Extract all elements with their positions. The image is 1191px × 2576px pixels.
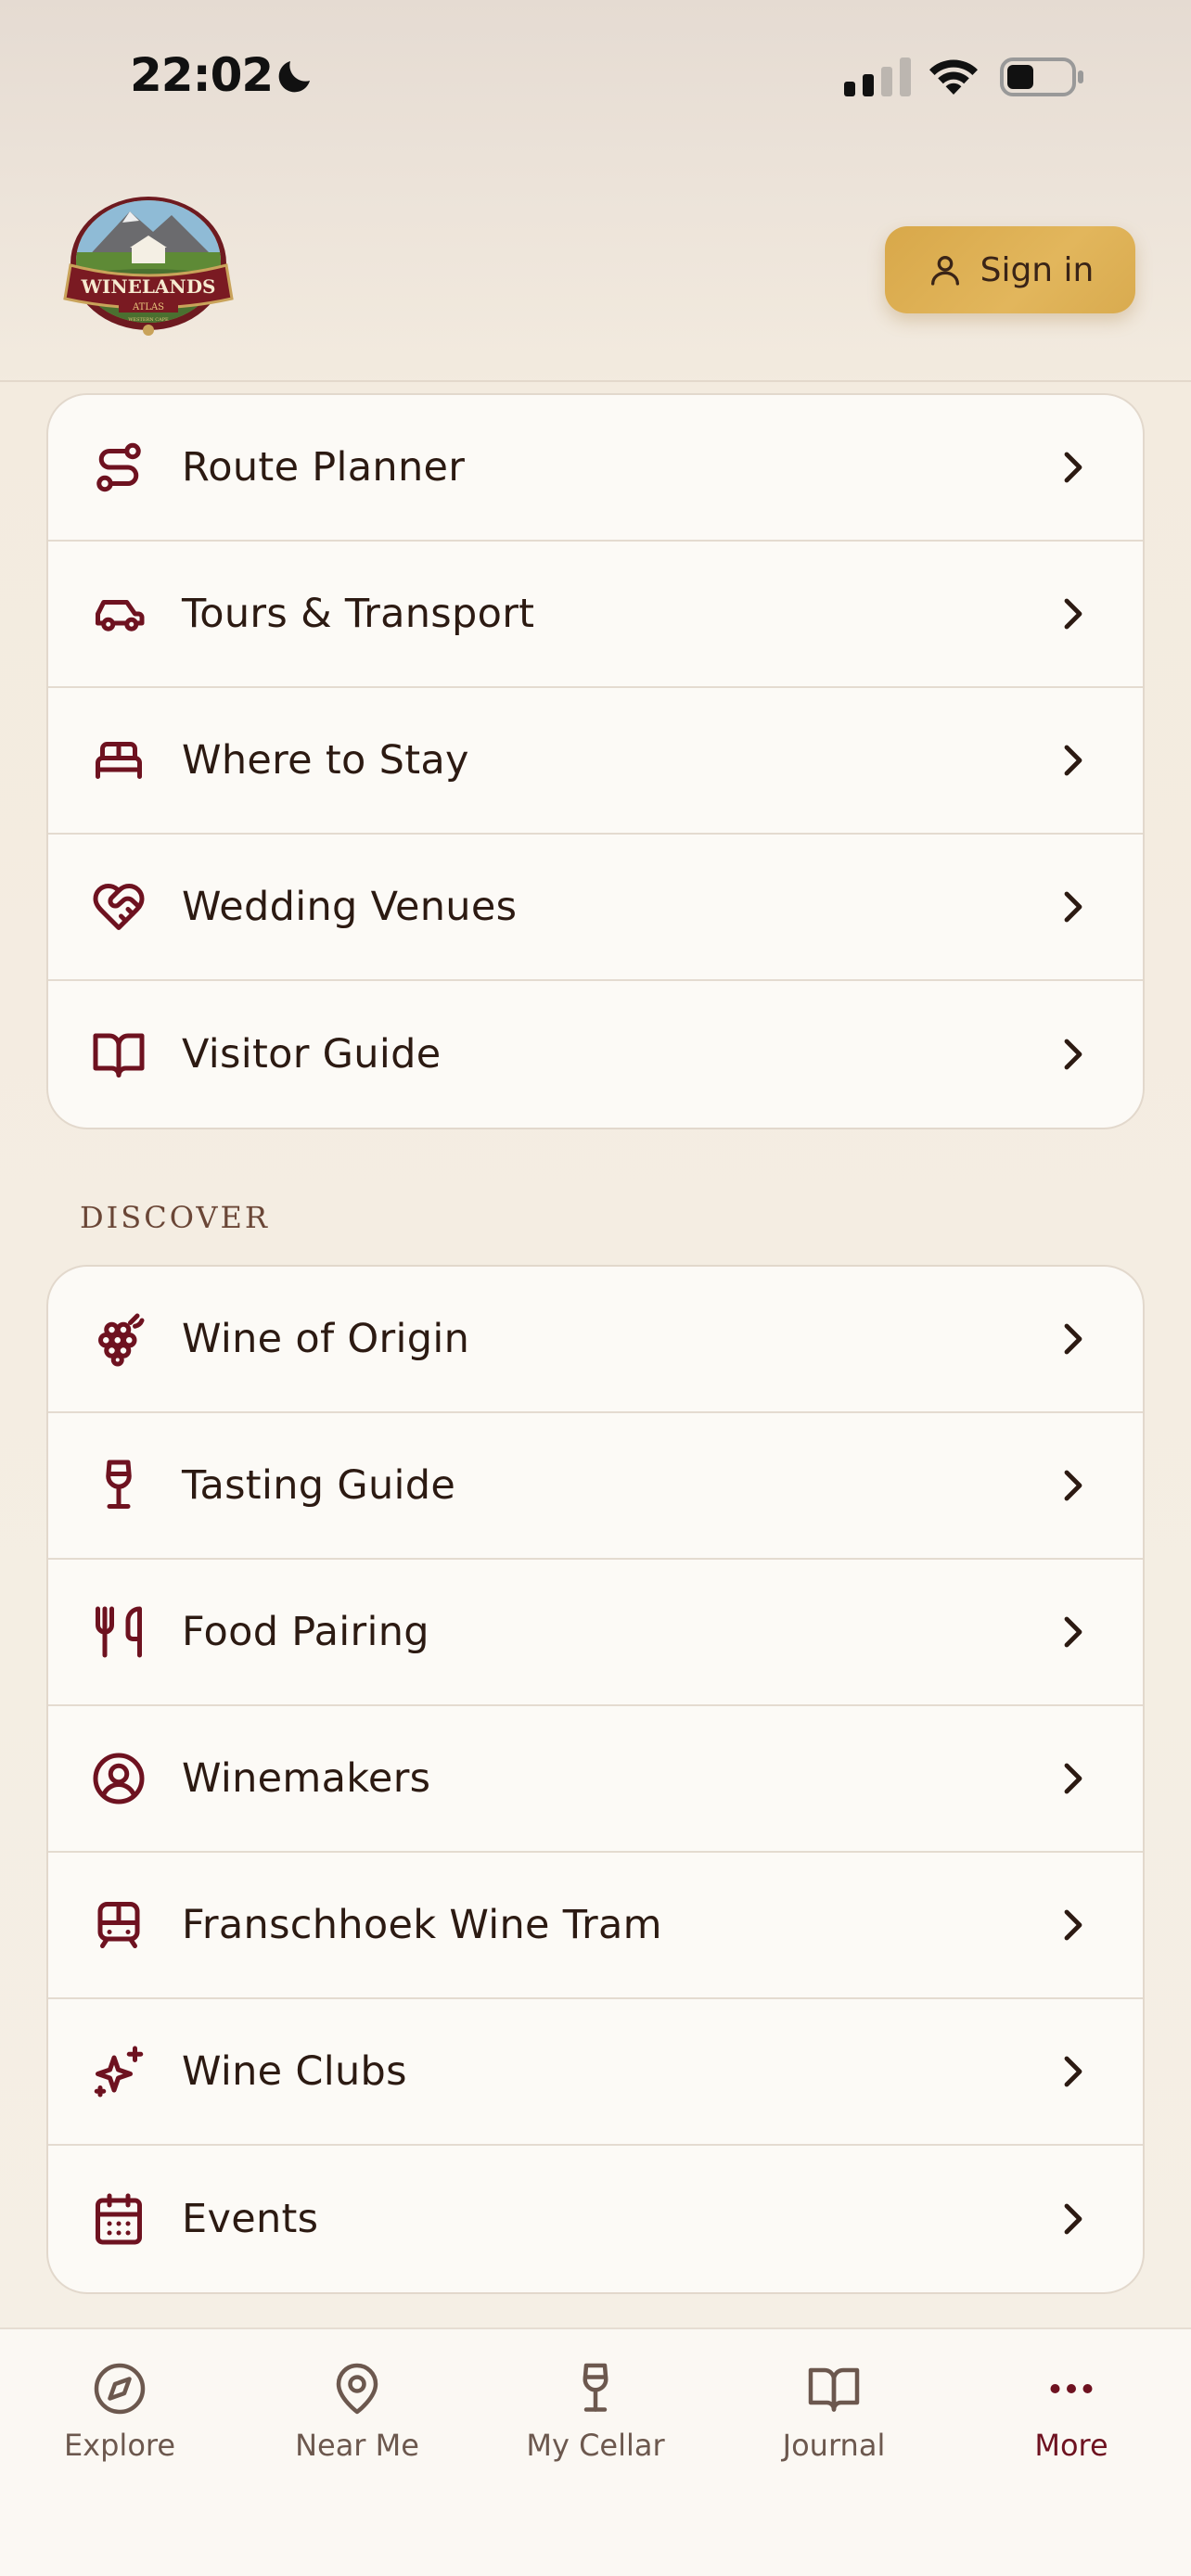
menu-card-discover: Wine of Origin Tasting Guide Food Pairin… [46, 1265, 1145, 2294]
book-open-icon [808, 2367, 860, 2412]
menu-item-label: Food Pairing [182, 1609, 429, 1655]
wifi-icon [929, 59, 978, 95]
tab-near-me[interactable]: Near Me [238, 2361, 476, 2481]
menu-item-label: Visitor Guide [182, 1031, 442, 1078]
menu-item-label: Tours & Transport [182, 591, 535, 637]
tab-label: Near Me [295, 2428, 419, 2463]
menu-item-label: Route Planner [182, 444, 466, 491]
chevron-right-icon [1064, 1616, 1082, 1648]
chevron-right-icon [1064, 2056, 1082, 2087]
tab-label: More [1034, 2428, 1108, 2463]
chevron-right-icon [1064, 598, 1082, 630]
wine-glass-icon [583, 2363, 608, 2412]
tab-label: Journal [782, 2428, 886, 2463]
calendar-icon [96, 2193, 142, 2245]
chevron-right-icon [1064, 891, 1082, 923]
grapes-icon [97, 1313, 145, 1367]
chevron-right-icon [1064, 1323, 1082, 1355]
tab-label: Explore [63, 2428, 176, 2463]
user-icon [930, 256, 959, 286]
route-icon [96, 442, 141, 492]
bottom-tab-bar: Explore Near Me My Cellar Journal More [0, 2327, 1191, 2576]
menu-item-wedding-venues[interactable]: Wedding Venues [48, 835, 1143, 981]
chevron-right-icon [1064, 1039, 1082, 1070]
tab-more[interactable]: More [953, 2361, 1190, 2481]
sparkles-icon [94, 2046, 144, 2098]
chevron-right-icon [1064, 452, 1082, 483]
menu-item-label: Wine of Origin [182, 1316, 470, 1362]
chevron-right-icon [1064, 745, 1082, 776]
wine-glass-icon [106, 1460, 132, 1509]
menu-item-label: Franschhoek Wine Tram [182, 1902, 662, 1948]
section-title-discover: DISCOVER [80, 1200, 270, 1235]
menu-card-main: Route Planner Tours & Transport Where to… [46, 393, 1145, 1129]
status-time: 22:02 [130, 48, 274, 102]
tab-label: My Cellar [526, 2428, 665, 2463]
menu-item-franschhoek-wine-tram[interactable]: Franschhoek Wine Tram [48, 1853, 1143, 1999]
app-header: WINELANDS ATLAS WESTERN CAPE Sign in [0, 158, 1191, 382]
chevron-right-icon [1064, 1470, 1082, 1501]
moon-icon [278, 61, 310, 93]
chevron-right-icon [1064, 1909, 1082, 1941]
tab-journal[interactable]: Journal [715, 2361, 953, 2481]
tab-my-cellar[interactable]: My Cellar [477, 2361, 714, 2481]
battery-icon [1000, 57, 1083, 96]
tram-icon [97, 1902, 140, 1948]
chevron-right-icon [1064, 2203, 1082, 2235]
menu-item-visitor-guide[interactable]: Visitor Guide [48, 981, 1143, 1128]
menu-item-tours-transport[interactable]: Tours & Transport [48, 542, 1143, 688]
cellular-signal-icon [844, 57, 911, 96]
book-open-icon [93, 1033, 145, 1078]
menu-item-where-to-stay[interactable]: Where to Stay [48, 688, 1143, 835]
heart-handshake-icon [93, 884, 145, 930]
menu-item-label: Tasting Guide [182, 1462, 456, 1509]
logo-text-bottom: ATLAS [132, 302, 164, 312]
menu-item-tasting-guide[interactable]: Tasting Guide [48, 1413, 1143, 1560]
utensils-icon [96, 1606, 142, 1658]
logo-text-sub: WESTERN CAPE [128, 317, 169, 323]
menu-item-label: Wine Clubs [182, 2048, 407, 2095]
winelands-atlas-logo[interactable]: WINELANDS ATLAS WESTERN CAPE [56, 195, 241, 343]
status-bar: 22:02 [0, 0, 1191, 158]
more-dots-icon [1050, 2384, 1093, 2393]
user-circle-icon [93, 1753, 145, 1804]
sign-in-button[interactable]: Sign in [885, 226, 1135, 313]
home-indicator [416, 2541, 775, 2554]
car-icon [96, 600, 145, 631]
menu-item-events[interactable]: Events [48, 2146, 1143, 2292]
menu-item-wine-of-origin[interactable]: Wine of Origin [48, 1267, 1143, 1413]
map-pin-icon [336, 2363, 378, 2415]
chevron-right-icon [1064, 1763, 1082, 1794]
menu-item-label: Where to Stay [182, 737, 469, 784]
compass-icon [94, 2363, 146, 2415]
sign-in-label: Sign in [980, 250, 1095, 289]
menu-item-label: Events [182, 2196, 319, 2242]
menu-item-wine-clubs[interactable]: Wine Clubs [48, 1999, 1143, 2146]
menu-item-label: Winemakers [182, 1755, 431, 1802]
tab-explore[interactable]: Explore [1, 2361, 238, 2481]
menu-item-label: Wedding Venues [182, 884, 518, 930]
menu-item-route-planner[interactable]: Route Planner [48, 395, 1143, 542]
menu-item-winemakers[interactable]: Winemakers [48, 1706, 1143, 1853]
bed-icon [96, 742, 142, 779]
logo-text-top: WINELANDS [81, 275, 216, 298]
menu-item-food-pairing[interactable]: Food Pairing [48, 1560, 1143, 1706]
